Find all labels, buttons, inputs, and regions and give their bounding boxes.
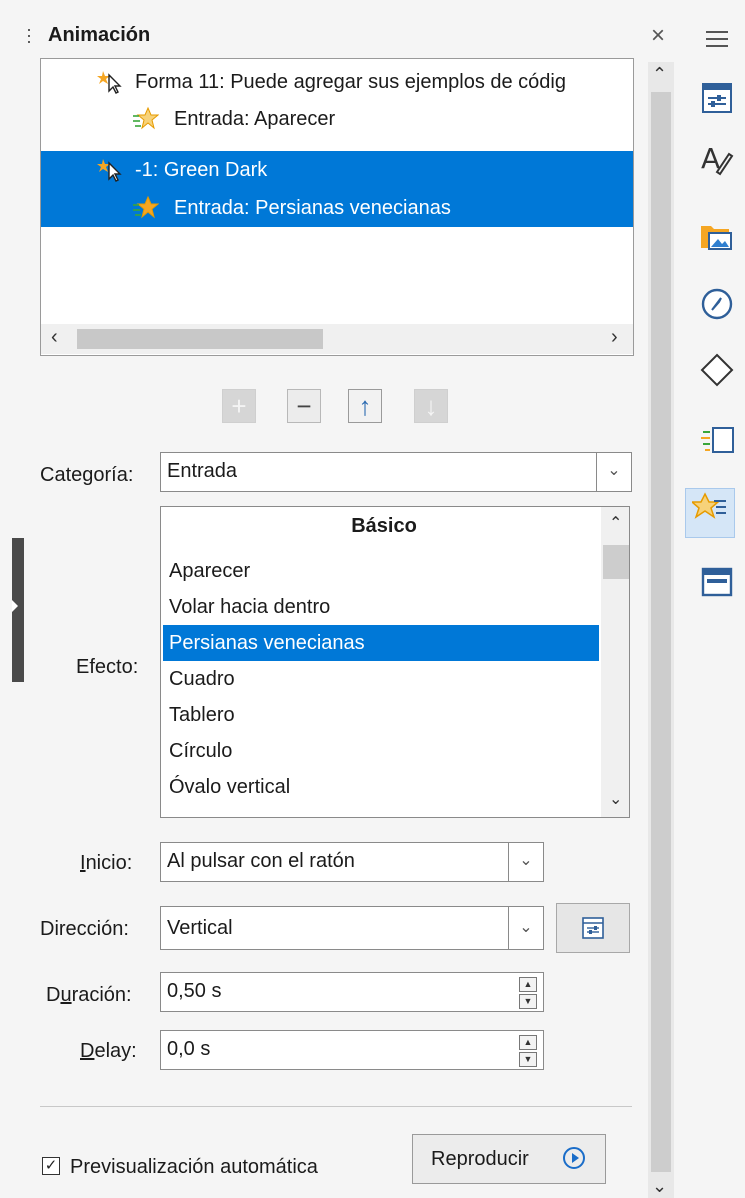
styles-icon[interactable]: A [692,140,742,190]
direction-value: Vertical [167,917,233,939]
chevron-down-icon[interactable]: ⌄ [508,843,543,881]
navigator-icon[interactable] [692,286,742,336]
panel-scrollbar-thumb[interactable] [651,92,671,1172]
duration-label: Duración: [46,984,132,1006]
delay-value: 0,0 s [167,1038,211,1060]
chevron-up-icon[interactable]: ⌃ [609,513,622,533]
panel-title: Animación [48,24,151,46]
category-value: Entrada [167,460,238,482]
remove-effect-button[interactable]: − [287,389,321,423]
duration-spinbox[interactable]: 0,50 s ▲ ▼ [160,972,544,1012]
effect-options-button[interactable] [556,903,630,953]
effect-list[interactable]: Básico Aparecer Volar hacia dentro Persi… [160,506,630,818]
spin-up-icon[interactable]: ▲ [519,977,537,992]
list-item-label: Entrada: Persianas venecianas [174,197,451,219]
spin-down-icon[interactable]: ▼ [519,1052,537,1067]
scroll-up-icon[interactable]: ⌃ [652,64,667,85]
effect-item-selected[interactable]: Persianas venecianas [163,625,599,661]
separator [40,1106,632,1107]
category-dropdown[interactable]: Entrada ⌄ [160,452,632,492]
expand-arrow-icon[interactable] [12,600,18,612]
chevron-down-icon[interactable]: ⌄ [609,789,622,809]
effect-group-header: Básico [351,515,417,537]
properties-icon[interactable] [692,80,742,130]
spin-up-icon[interactable]: ▲ [519,1035,537,1050]
direction-dropdown[interactable]: Vertical ⌄ [160,906,544,950]
shapes-icon[interactable] [692,352,742,402]
start-dropdown[interactable]: Al pulsar con el ratón ⌄ [160,842,544,882]
chevron-down-icon[interactable]: ⌄ [508,907,543,949]
category-label: Categoría: [40,464,134,486]
slide-transition-icon[interactable] [692,422,742,472]
list-item-label: Entrada: Aparecer [174,108,336,130]
effect-item[interactable]: Tablero [163,697,599,733]
effect-item[interactable]: Cuadro [163,661,599,697]
move-down-button[interactable]: ↓ [414,389,448,423]
master-slides-icon[interactable] [692,564,742,614]
list-item[interactable]: Forma 11: Puede agregar sus ejemplos de … [41,63,633,101]
start-label: Inicio: [80,852,133,874]
entrance-star-icon [133,106,160,145]
play-button[interactable]: Reproducir [412,1134,606,1184]
effect-item[interactable]: Aparecer [163,553,599,589]
direction-label: Dirección: [40,918,129,940]
effect-item[interactable]: Volar hacia dentro [163,589,599,625]
play-icon [563,1147,585,1169]
list-horizontal-scrollbar[interactable]: ‹ › [41,324,633,354]
add-effect-button[interactable]: + [222,389,256,423]
list-item-selected[interactable]: -1: Green Dark [41,151,633,189]
entrance-star-icon [133,195,160,234]
autopreview-label: Previsualización automática [70,1156,318,1178]
animation-list[interactable]: Forma 11: Puede agregar sus ejemplos de … [40,58,634,356]
effect-item[interactable]: Óvalo vertical [163,769,599,805]
close-icon[interactable]: × [651,22,665,50]
start-value: Al pulsar con el ratón [167,850,355,872]
scroll-left-icon[interactable]: ‹ [51,326,58,349]
effect-label: Efecto: [76,656,139,678]
effect-list-scrollbar-thumb[interactable] [603,545,629,579]
autopreview-checkbox[interactable]: ✓ [42,1157,60,1175]
scroll-right-icon[interactable]: › [611,326,618,349]
scroll-down-icon[interactable]: ⌄ [652,1176,667,1197]
duration-value: 0,50 s [167,980,222,1002]
chevron-down-icon[interactable]: ⌄ [596,453,631,491]
list-item-label: Forma 11: Puede agregar sus ejemplos de … [135,71,566,93]
spin-down-icon[interactable]: ▼ [519,994,537,1009]
animation-icon[interactable] [685,488,735,538]
list-item[interactable]: Entrada: Aparecer [41,100,633,138]
list-item-label: -1: Green Dark [135,159,268,181]
list-item-selected[interactable]: Entrada: Persianas venecianas [41,189,633,227]
gallery-icon[interactable] [692,218,742,268]
move-up-button[interactable]: ↑ [348,389,382,423]
play-label: Reproducir [431,1148,529,1170]
drag-handle-icon[interactable]: · · · [26,20,32,50]
list-horizontal-scrollbar-thumb[interactable] [77,329,323,349]
delay-spinbox[interactable]: 0,0 s ▲ ▼ [160,1030,544,1070]
options-icon [582,917,604,944]
delay-label: Delay: [80,1040,137,1062]
effect-item[interactable]: Círculo [163,733,599,769]
sidebar-menu-icon[interactable] [706,26,728,52]
